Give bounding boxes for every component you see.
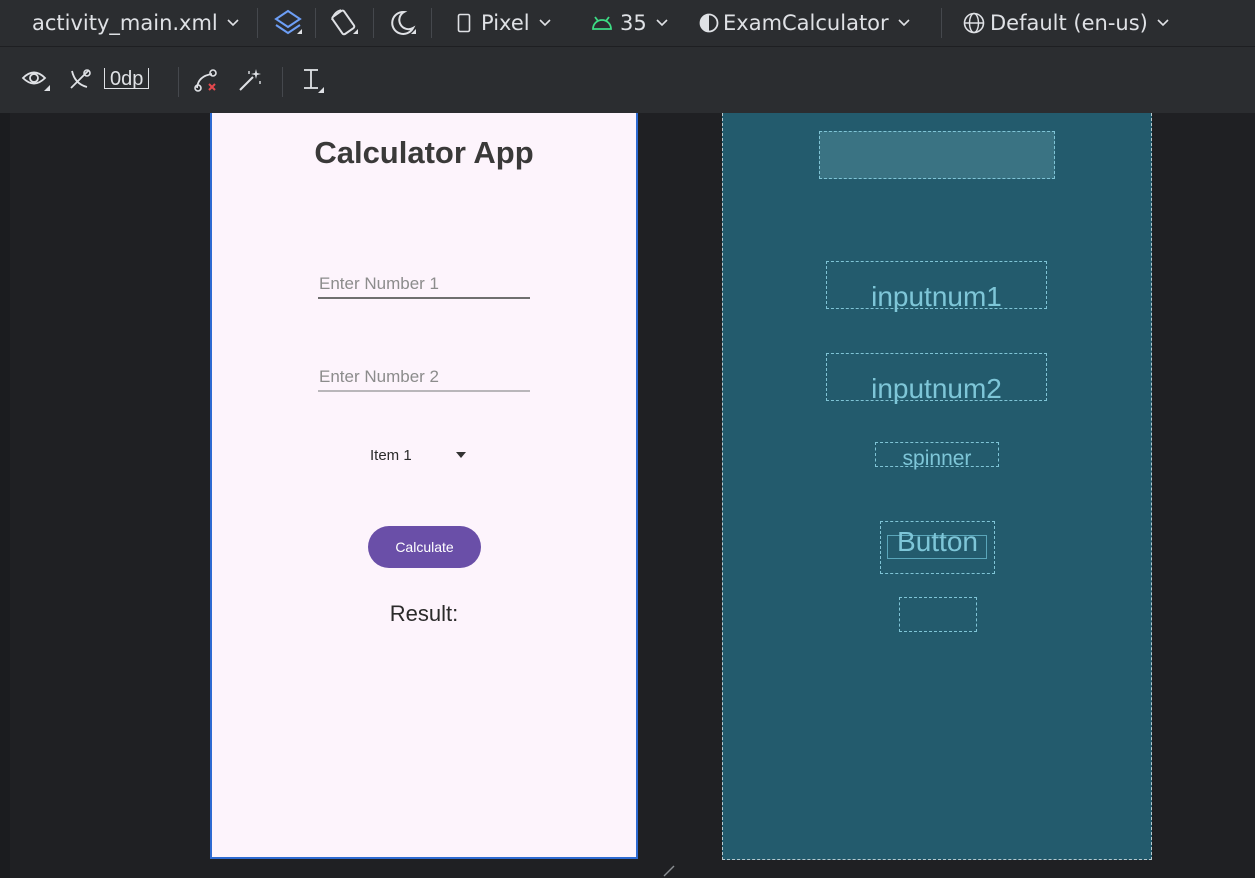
design-surface[interactable]: Calculator App Item 1 Calculate Result: bbox=[210, 113, 638, 859]
toolbar-divider bbox=[257, 8, 258, 38]
dropdown-arrow-icon bbox=[456, 452, 466, 458]
margin-value: 0dp bbox=[104, 67, 150, 90]
api-level: 35 bbox=[620, 11, 647, 35]
blueprint-spinner[interactable]: spinner bbox=[875, 442, 999, 470]
device-icon bbox=[457, 13, 471, 33]
chevron-down-icon bbox=[226, 18, 240, 28]
chevron-down-icon bbox=[538, 18, 552, 28]
spinner-value: Item 1 bbox=[370, 446, 412, 464]
toolbar-divider bbox=[315, 8, 316, 38]
blueprint-surface[interactable]: inputnum1 inputnum2 spinner Button bbox=[722, 113, 1152, 860]
baseline-guidelines-icon bbox=[296, 65, 326, 95]
layout-editor: activity_main.xml Pixel 35 ExamCalculato… bbox=[0, 0, 1255, 878]
operation-spinner[interactable]: Item 1 bbox=[370, 441, 470, 469]
blueprint-inputnum1[interactable]: inputnum1 bbox=[826, 261, 1047, 312]
globe-icon bbox=[962, 11, 986, 35]
design-surface-layers-button[interactable] bbox=[271, 0, 305, 46]
blueprint-result-box[interactable] bbox=[899, 597, 977, 632]
resize-handle-icon[interactable] bbox=[662, 863, 676, 877]
blueprint-inputnum2[interactable]: inputnum2 bbox=[826, 353, 1047, 404]
toolbar-divider bbox=[178, 67, 179, 97]
locale-name: Default (en-us) bbox=[990, 11, 1148, 35]
number1-input[interactable] bbox=[318, 265, 530, 299]
api-level-selector[interactable]: 35 bbox=[590, 0, 669, 46]
infer-constraints-icon bbox=[236, 66, 264, 94]
editor-toolbar-secondary: 0dp bbox=[0, 47, 1255, 113]
editor-toolbar-top: activity_main.xml Pixel 35 ExamCalculato… bbox=[0, 0, 1255, 47]
view-options-button[interactable] bbox=[20, 47, 52, 113]
device-selector[interactable]: Pixel bbox=[457, 0, 552, 46]
design-canvas[interactable]: Calculator App Item 1 Calculate Result: … bbox=[0, 113, 1255, 878]
theme-icon bbox=[698, 12, 720, 34]
theme-selector[interactable]: ExamCalculator bbox=[698, 0, 911, 46]
baseline-guidelines-button[interactable] bbox=[296, 47, 326, 113]
clear-constraints-button[interactable] bbox=[192, 47, 220, 113]
toolbar-divider bbox=[373, 8, 374, 38]
locale-selector[interactable]: Default (en-us) bbox=[962, 0, 1170, 46]
chevron-down-icon bbox=[897, 18, 911, 28]
night-mode-icon bbox=[385, 6, 419, 40]
number2-field[interactable] bbox=[319, 367, 524, 387]
clear-constraints-icon bbox=[192, 66, 220, 94]
calculate-button[interactable]: Calculate bbox=[368, 526, 481, 568]
blueprint-spinner-label: spinner bbox=[902, 447, 972, 470]
blueprint-inputnum1-label: inputnum1 bbox=[871, 281, 1002, 312]
autoconnect-off-icon bbox=[67, 66, 95, 94]
android-api-icon bbox=[590, 14, 614, 32]
theme-name: ExamCalculator bbox=[723, 11, 889, 35]
canvas-edge bbox=[0, 113, 10, 878]
number2-input[interactable] bbox=[318, 358, 530, 392]
app-title[interactable]: Calculator App bbox=[212, 135, 636, 171]
toolbar-divider bbox=[431, 8, 432, 38]
chevron-down-icon bbox=[1156, 18, 1170, 28]
device-name: Pixel bbox=[481, 11, 530, 35]
orientation-icon bbox=[327, 6, 361, 40]
design-surface-layers-icon bbox=[271, 6, 305, 40]
file-name: activity_main.xml bbox=[32, 11, 218, 35]
autoconnect-toggle[interactable] bbox=[67, 47, 95, 113]
blueprint-title-box[interactable] bbox=[819, 131, 1055, 179]
number1-field[interactable] bbox=[319, 274, 524, 294]
chevron-down-icon bbox=[655, 18, 669, 28]
infer-constraints-button[interactable] bbox=[236, 47, 264, 113]
file-selector[interactable]: activity_main.xml bbox=[32, 0, 240, 46]
result-label[interactable]: Result: bbox=[212, 601, 636, 627]
default-margins-button[interactable]: 0dp bbox=[104, 47, 150, 113]
toolbar-divider bbox=[282, 67, 283, 97]
orientation-button[interactable] bbox=[327, 0, 361, 46]
toolbar-divider bbox=[941, 8, 942, 38]
blueprint-button-label: Button bbox=[897, 525, 978, 557]
blueprint-button[interactable]: Button bbox=[880, 521, 995, 574]
night-mode-button[interactable] bbox=[385, 0, 419, 46]
blueprint-inputnum2-label: inputnum2 bbox=[871, 373, 1002, 404]
view-options-eye-icon bbox=[20, 66, 52, 94]
